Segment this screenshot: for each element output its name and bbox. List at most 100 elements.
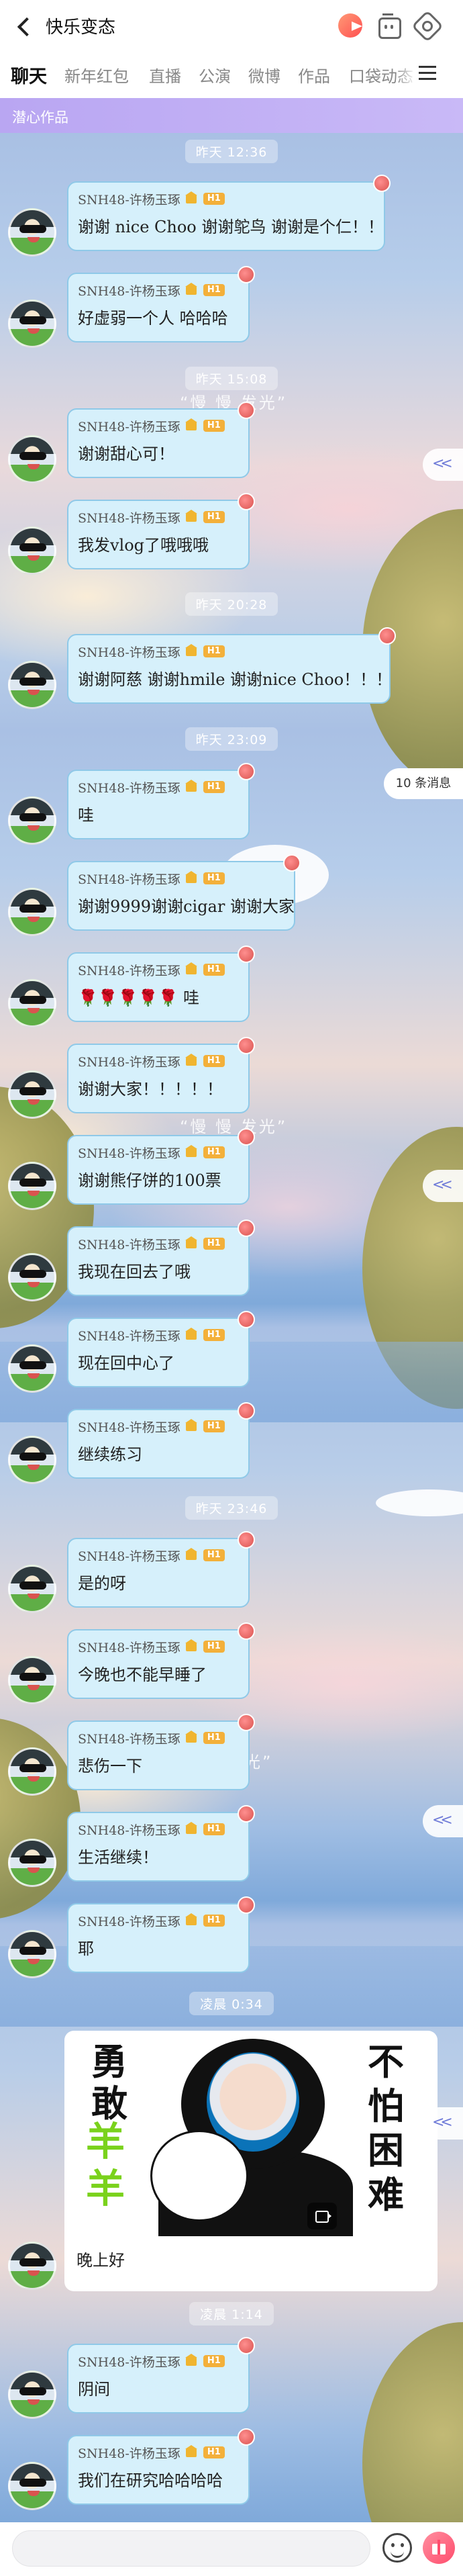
message-bubble[interactable]: SNH48-许杨玉琢 H1 我现在回去了哦	[67, 1220, 255, 1296]
crown-icon	[185, 1548, 197, 1560]
avatar[interactable]	[8, 888, 56, 936]
avatar[interactable]	[8, 1839, 56, 1887]
sticker-text-right: 不怕困难	[368, 2041, 404, 2216]
crown-icon	[185, 644, 197, 656]
image-message-card[interactable]: 勇敢 羊羊 不怕困难 晚上好	[64, 2031, 438, 2291]
avatar[interactable]	[8, 2462, 56, 2510]
message-bubble[interactable]: SNH48-许杨玉琢 H1 谢谢阿慈 谢谢hmile 谢谢nice Choo！！！	[67, 627, 396, 704]
collapse-side-button[interactable]: <<	[423, 1805, 463, 1837]
crown-icon	[185, 418, 197, 430]
avatar[interactable]	[8, 300, 56, 348]
message-bubble[interactable]: SNH48-许杨玉琢 H1 好虚弱一个人 哈哈哈	[67, 266, 255, 342]
pacman-game-icon[interactable]	[336, 11, 365, 40]
sticker-image[interactable]: 勇敢 羊羊 不怕困难	[68, 2035, 433, 2236]
avatar[interactable]	[8, 2371, 56, 2419]
message-bubble[interactable]: SNH48-许杨玉琢 H1 是的呀	[67, 1531, 255, 1608]
message-bubble[interactable]: SNH48-许杨玉琢 H1 谢谢甜心可！	[67, 402, 255, 478]
avatar[interactable]	[8, 1656, 56, 1704]
back-icon[interactable]	[13, 12, 38, 39]
message-text: 谢谢9999谢谢cigar 谢谢大家	[78, 897, 295, 916]
message-bubble[interactable]: SNH48-许杨玉琢 H1 🌹🌹🌹🌹🌹 哇	[67, 946, 255, 1022]
message-bubble[interactable]: SNH48-许杨玉琢 H1 现在回中心了	[67, 1311, 255, 1387]
avatar[interactable]	[8, 796, 56, 845]
avatar[interactable]	[8, 1253, 56, 1301]
message-bubble[interactable]: SNH48-许杨玉琢 H1 生活继续！	[67, 1805, 255, 1882]
sender-name: SNH48-许杨玉琢	[78, 2446, 181, 2461]
message-text: 阴间	[78, 2380, 110, 2399]
avatar[interactable]	[8, 661, 56, 709]
settings-icon[interactable]	[411, 9, 444, 43]
tab-chat[interactable]: 聊天	[11, 62, 47, 88]
tab-performance[interactable]: 公演	[199, 63, 231, 87]
message-bubble[interactable]: SNH48-许杨玉琢 H1 我们在研究哈哈哈哈	[67, 2428, 255, 2505]
tab-weibo[interactable]: 微博	[248, 63, 280, 87]
crown-icon	[185, 1145, 197, 1157]
tab-works[interactable]: 作品	[298, 63, 330, 87]
menu-icon[interactable]	[419, 64, 438, 82]
avatar[interactable]	[8, 435, 56, 484]
crown-icon	[185, 1822, 197, 1834]
avatar[interactable]	[8, 1344, 56, 1393]
crown-icon	[185, 2354, 197, 2366]
message-bubble[interactable]: SNH48-许杨玉琢 H1 哇	[67, 763, 255, 839]
message-bubble[interactable]: SNH48-许杨玉琢 H1 今晚也不能早睡了	[67, 1622, 255, 1699]
avatar[interactable]	[8, 2242, 56, 2290]
emoji-icon[interactable]	[382, 2533, 412, 2563]
avatar[interactable]	[8, 1930, 56, 1978]
timestamp: 昨天 23:09	[0, 727, 463, 751]
gift-icon[interactable]	[423, 2532, 455, 2564]
hill-decor	[362, 2322, 463, 2522]
message-text: 悲伤一下	[78, 1757, 142, 1776]
avatar[interactable]	[8, 1070, 56, 1119]
message-input[interactable]	[12, 2530, 370, 2567]
sender-name: SNH48-许杨玉琢	[78, 780, 181, 796]
timestamp: 昨天 23:46	[0, 1496, 463, 1520]
message-text: 我发vlog了哦哦哦	[78, 536, 209, 555]
avatar[interactable]	[8, 1747, 56, 1796]
robot-bag-icon[interactable]	[374, 11, 404, 40]
unread-messages-badge[interactable]: 10 条消息	[384, 768, 463, 799]
message-bubble[interactable]: SNH48-许杨玉琢 H1 谢谢 nice Choo 谢谢鸵鸟 谢谢是个仁！！	[67, 175, 391, 251]
group-banner[interactable]: 潜心作品	[0, 98, 463, 133]
avatar[interactable]	[8, 1436, 56, 1484]
message-text: 现在回中心了	[78, 1354, 174, 1373]
avatar[interactable]	[8, 526, 56, 575]
message-bubble[interactable]: SNH48-许杨玉琢 H1 谢谢9999谢谢cigar 谢谢大家	[67, 854, 301, 931]
avatar[interactable]	[8, 979, 56, 1027]
group-banner-label: 潜心作品	[12, 109, 68, 126]
message-text: 好虚弱一个人 哈哈哈	[78, 309, 228, 328]
crown-icon	[185, 1328, 197, 1340]
crown-icon	[185, 2445, 197, 2457]
tab-new-year-redpacket[interactable]: 新年红包	[64, 63, 129, 87]
tab-live[interactable]: 直播	[149, 63, 181, 87]
video-camera-icon[interactable]	[307, 2203, 337, 2229]
message-bubble[interactable]: SNH48-许杨玉琢 H1 谢谢熊仔饼的100票	[67, 1128, 255, 1205]
sender-name: SNH48-许杨玉琢	[78, 192, 181, 208]
message-bubble[interactable]: SNH48-许杨玉琢 H1 耶	[67, 1896, 255, 1973]
avatar[interactable]	[8, 1162, 56, 1210]
message-text: 我们在研究哈哈哈哈	[78, 2471, 223, 2490]
double-chevron-left-icon: <<	[432, 455, 453, 472]
level-badge: H1	[203, 2446, 225, 2458]
level-badge: H1	[203, 1732, 225, 1744]
message-bubble[interactable]: SNH48-许杨玉琢 H1 我发vlog了哦哦哦	[67, 493, 255, 569]
level-badge: H1	[203, 1641, 225, 1653]
sender-name: SNH48-许杨玉琢	[78, 2354, 181, 2370]
level-badge: H1	[203, 1823, 225, 1835]
level-badge: H1	[203, 781, 225, 793]
message-bubble[interactable]: SNH48-许杨玉琢 H1 悲伤一下	[67, 1714, 255, 1790]
message-bubble[interactable]: SNH48-许杨玉琢 H1 继续练习	[67, 1402, 255, 1479]
collapse-side-button[interactable]: <<	[423, 1170, 463, 1202]
level-badge: H1	[203, 420, 225, 432]
avatar[interactable]	[8, 1565, 56, 1613]
crown-icon	[185, 780, 197, 792]
message-text: 是的呀	[78, 1574, 126, 1593]
message-bubble[interactable]: SNH48-许杨玉琢 H1 阴间	[67, 2337, 255, 2413]
avatar[interactable]	[8, 208, 56, 257]
sender-name: SNH48-许杨玉琢	[78, 1549, 181, 1564]
collapse-side-button[interactable]: <<	[423, 449, 463, 481]
watermark: “慢 慢 发光”	[180, 1117, 288, 1136]
message-bubble[interactable]: SNH48-许杨玉琢 H1 谢谢大家！！！！！	[67, 1037, 255, 1113]
page-title: 快乐变态	[46, 17, 116, 38]
collapse-side-button[interactable]: <<	[423, 2107, 463, 2140]
